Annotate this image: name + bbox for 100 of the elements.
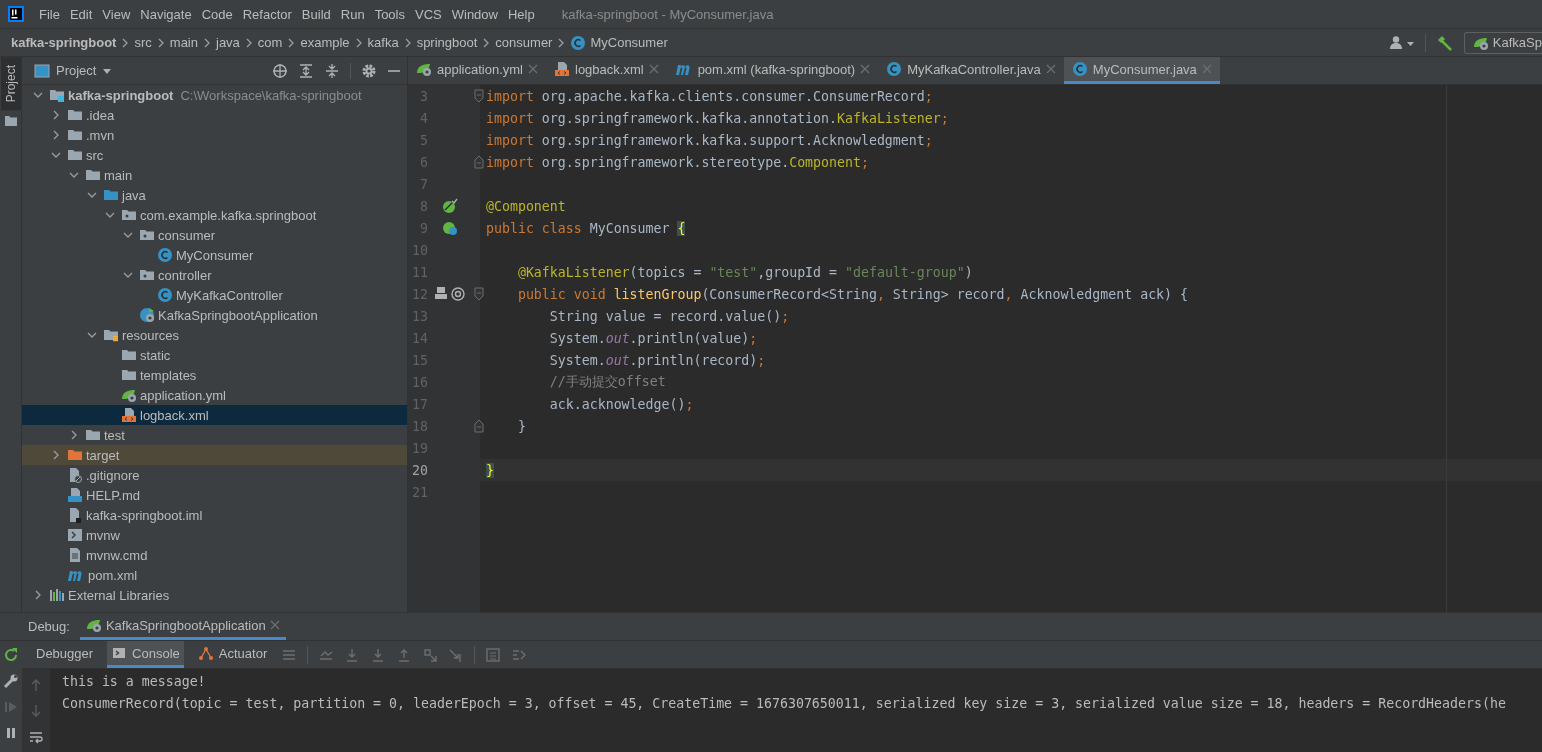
tree-item-label[interactable]: mvnw.cmd [86,547,148,563]
tree-item-label[interactable]: MyKafkaController [176,287,283,303]
tree-row[interactable]: .idea [22,105,407,125]
tree-item-label[interactable]: static [140,347,171,363]
tree-expander-icon[interactable] [105,210,115,220]
tree-item-label[interactable]: application.yml [140,387,226,403]
menu-item[interactable]: Edit [64,6,98,22]
tree-item-label[interactable]: resources [122,327,180,343]
editor-tab[interactable]: MyConsumer.java [1063,57,1220,84]
breadcrumb-item[interactable]: kafka [367,35,399,50]
tree-item-label[interactable]: HELP.md [86,487,140,503]
tree-item-label[interactable]: com.example.kafka.springboot [140,207,317,223]
menu-item[interactable]: Build [296,6,336,22]
tree-item-label[interactable]: pom.xml [88,567,138,583]
tree-item-label[interactable]: test [104,427,125,443]
tree-row[interactable]: mvnw.cmd [22,545,407,565]
tree-row[interactable]: pom.xml [22,565,407,585]
tree-row[interactable]: mvnw [22,525,407,545]
close-icon[interactable] [528,64,538,74]
tree-expander-icon[interactable] [87,330,97,340]
tree-row[interactable]: HELP.md [22,485,407,505]
tree-row[interactable]: target [22,445,407,465]
close-icon[interactable] [1045,64,1056,74]
menu-item[interactable]: Code [196,6,238,22]
breadcrumb-separator-icon[interactable] [202,37,212,48]
tree-row[interactable]: resources [22,325,407,345]
tree-row[interactable]: kafka-springboot C:\Workspace\kafka-springboot [22,85,407,105]
editor-tab[interactable]: MyKafkaController.java [878,57,1064,84]
tree-row[interactable]: static [22,345,407,365]
wrench-icon[interactable] [3,673,19,689]
menu-item[interactable]: File [34,6,65,22]
tree-row[interactable]: .mvn [22,125,407,145]
tree-item-label[interactable]: main [104,167,133,183]
collapse-all-icon[interactable] [324,62,340,79]
menu-item[interactable]: Tools [369,6,410,22]
tree-item-label[interactable]: templates [140,367,197,383]
tree-item-label[interactable]: KafkaSpringbootApplication [158,307,318,323]
menu-item[interactable]: Refactor [237,6,297,22]
breadcrumb-item[interactable]: java [216,35,240,50]
tree-item-label[interactable]: .idea [86,107,115,123]
tree-expander-icon[interactable] [51,130,61,140]
breadcrumb-item[interactable]: springboot [416,35,478,50]
tree-row[interactable]: .gitignore [22,465,407,485]
breadcrumb-item[interactable]: main [169,35,198,50]
console-icon[interactable] [111,645,128,661]
tree-row[interactable]: consumer [22,225,407,245]
tree-item-label[interactable]: src [86,147,104,163]
tree-row[interactable]: src [22,145,407,165]
tree-item-label[interactable]: consumer [158,227,216,243]
tree-row[interactable]: MyConsumer [22,245,407,265]
tree-expander-icon[interactable] [69,430,79,440]
fold-icon[interactable] [474,89,484,103]
tree-expander-icon[interactable] [87,190,97,200]
tree-expander-icon[interactable] [51,450,61,460]
menu-item[interactable]: View [97,6,136,22]
breadcrumb-item[interactable]: kafka-springboot [11,35,117,50]
breadcrumb-item[interactable]: consumer [495,35,553,50]
soft-wrap-icon[interactable] [28,729,44,745]
tree-row[interactable]: com.example.kafka.springboot [22,205,407,225]
tree-row[interactable]: java [22,185,407,205]
tool-window-tab[interactable]: Project [0,57,21,111]
debug-tab[interactable]: Debugger [32,641,98,668]
tree-expander-icon[interactable] [123,230,133,240]
tree-row[interactable]: kafka-springboot.iml [22,505,407,525]
fold-icon[interactable] [474,155,484,169]
tree-row[interactable]: External Libraries [22,585,407,605]
tree-item-label[interactable]: java [122,187,146,203]
menu-item[interactable]: Help [502,6,540,22]
tree-expander-icon[interactable] [51,110,61,120]
tree-row[interactable]: test [22,425,407,445]
tree-row[interactable]: controller [22,265,407,285]
close-icon[interactable] [648,64,659,74]
tree-item-label[interactable]: External Libraries [68,587,170,603]
run-configuration-selector[interactable]: KafkaSp [1463,31,1542,54]
editor-tab[interactable]: logback.xml [546,57,667,84]
menu-item[interactable]: Navigate [135,6,197,22]
debug-tab[interactable]: Console [107,641,184,668]
tree-row[interactable]: application.yml [22,385,407,405]
tree-row[interactable]: logback.xml [22,405,407,425]
drop-frame-icon[interactable] [422,646,439,663]
actuator-icon[interactable] [197,645,214,661]
breadcrumb-item[interactable]: com [257,35,283,50]
breadcrumb-item[interactable]: example [300,35,350,50]
close-icon[interactable] [269,620,280,630]
users-icon[interactable] [1388,34,1415,51]
menu-item[interactable]: VCS [410,6,447,22]
tree-item-label[interactable]: kafka-springboot [68,87,174,103]
rerun-icon[interactable] [3,647,19,663]
settings-icon[interactable] [361,62,377,79]
tree-item-label[interactable]: MyConsumer [176,247,254,263]
tree-expander-icon[interactable] [123,270,133,280]
fold-icon[interactable] [474,419,484,433]
tree-item-label[interactable]: kafka-springboot.iml [86,507,203,523]
tree-expander-icon[interactable] [33,590,43,600]
editor-tab[interactable]: application.yml [408,57,546,84]
debug-tab[interactable]: Actuator [193,641,272,668]
panel-title-dropdown[interactable]: Project [56,63,113,78]
breadcrumb-item[interactable]: src [134,35,152,50]
tree-item-label[interactable]: .mvn [86,127,115,143]
breadcrumb-item[interactable]: MyConsumer [570,34,668,51]
